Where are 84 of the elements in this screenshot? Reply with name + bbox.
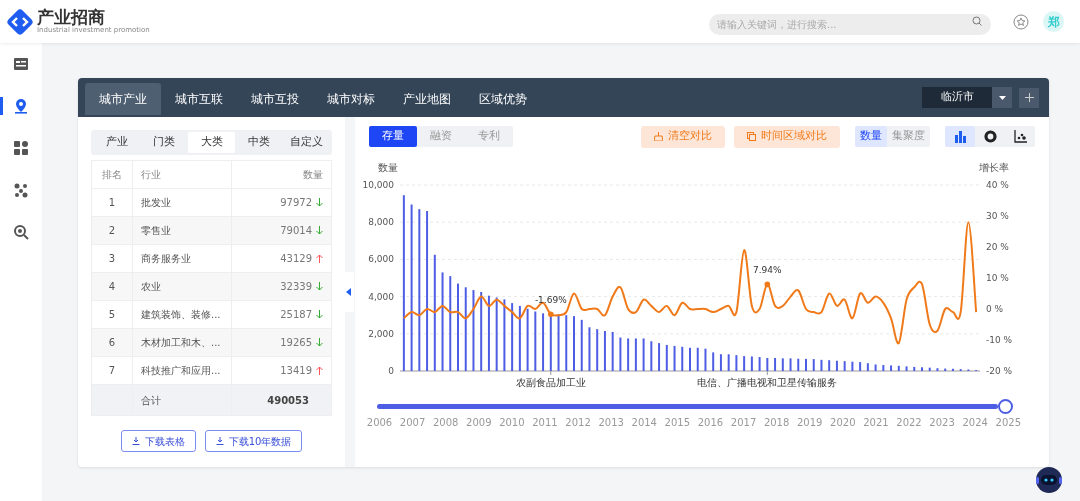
nav-tab[interactable]: 产业地图 [389, 83, 465, 115]
category-tab[interactable]: 产业 [93, 132, 141, 153]
year-label: 2007 [398, 416, 427, 430]
industry-cell: 建筑装饰、装修... [133, 301, 232, 328]
year-label: 2020 [829, 416, 857, 430]
category-tab[interactable]: 中类 [235, 132, 283, 153]
rank-cell: 2 [92, 217, 133, 244]
nav-tab[interactable]: 城市互投 [237, 83, 313, 115]
industry-cell: 科技推广和应用... [133, 357, 232, 384]
column-header: 行业 [133, 161, 232, 188]
year-label: 2014 [630, 416, 658, 430]
x-tick-label: 电信、广播电视和卫星传输服务 [697, 377, 838, 388]
y-tick-label: -10 % [986, 335, 1013, 345]
y-tick-label: 2,000 [368, 328, 394, 339]
y-tick-label: 40 % [986, 180, 1009, 190]
x-tick-label: 农副食品加工业 [515, 377, 586, 388]
year-label: 2016 [696, 416, 725, 430]
y-tick-label: -20 % [986, 366, 1013, 376]
total-label: 合计 [133, 385, 232, 415]
y-tick-label: 0 % [986, 304, 1004, 314]
count-cell-text: 97972 [280, 196, 312, 210]
year-label: 2023 [928, 416, 956, 430]
year-label: 2021 [862, 416, 890, 430]
metric-tab[interactable]: 存量 [369, 126, 417, 147]
year-label: 2022 [895, 416, 923, 430]
download-button[interactable]: 下载10年数据 [204, 430, 303, 452]
y-tick-label: 4,000 [368, 291, 394, 302]
industry-cell: 商务服务业 [133, 245, 232, 272]
y-axis-title: 增长率 [979, 162, 1009, 173]
nav-tab[interactable]: 城市产业 [85, 83, 161, 115]
y-axis-title: 数量 [378, 162, 398, 173]
city-value: 临沂市 [939, 89, 975, 106]
nav-tab[interactable]: 城市互联 [161, 83, 237, 115]
city-select[interactable]: 临沂市 [922, 87, 1012, 108]
rank-cell: 1 [92, 189, 133, 216]
count-cell-text: 79014 [280, 224, 312, 238]
year-label: 2011 [531, 416, 559, 430]
y-tick-label: 10,000 [362, 180, 394, 190]
logo-title: 产业招商 [37, 9, 105, 26]
year-label: 2010 [498, 416, 526, 430]
column-header: 数量 [302, 168, 324, 182]
category-tab[interactable]: 大类 [187, 132, 236, 153]
download-button[interactable]: 下载表格 [120, 430, 196, 452]
year-label: 2017 [729, 416, 758, 430]
year-label: 2006 [365, 416, 394, 430]
category-tab[interactable]: 自定义 [282, 132, 331, 153]
search-field[interactable]: 请输入关键词，进行搜索... [709, 14, 991, 35]
y-tick-label: 10 % [986, 273, 1009, 283]
mode-tab[interactable]: 数量 [855, 126, 887, 147]
year-label: 2008 [431, 416, 460, 430]
column-header: 排名 [92, 161, 133, 188]
industry-cell: 农业 [133, 273, 232, 300]
nav-tab[interactable]: 城市对标 [313, 83, 389, 115]
y-tick-label: 0 [388, 366, 394, 376]
total-value: 490053 [266, 393, 310, 408]
data-label: -1.69% [534, 295, 567, 306]
y-tick-label: 8,000 [368, 217, 394, 228]
data-label: 7.94% [753, 265, 782, 276]
count-cell-text: 25187 [280, 308, 312, 322]
year-label: 2012 [564, 416, 592, 430]
rank-cell: 6 [92, 329, 133, 356]
year-label: 2009 [465, 416, 493, 430]
year-label: 2024 [961, 416, 989, 430]
rank-cell: 5 [92, 301, 133, 328]
year-label: 2013 [597, 416, 625, 430]
year-label: 2025 [994, 416, 1022, 430]
category-tab[interactable]: 门类 [140, 132, 188, 153]
year-label: 2018 [762, 416, 791, 430]
count-cell-text: 13419 [280, 364, 312, 378]
y-tick-label: 30 % [986, 211, 1009, 221]
count-cell-text: 19265 [280, 336, 312, 350]
industry-cell: 零售业 [133, 217, 232, 244]
count-cell-text: 43129 [280, 252, 312, 266]
industry-cell: 批发业 [133, 189, 232, 216]
year-label: 2015 [663, 416, 692, 430]
rank-cell: 7 [92, 357, 133, 384]
rank-cell: 4 [92, 273, 133, 300]
year-label: 2019 [796, 416, 824, 430]
y-tick-label: 6,000 [368, 254, 394, 265]
industry-cell: 木材加工和木、... [133, 329, 232, 356]
rank-cell: 3 [92, 245, 133, 272]
y-tick-label: 20 % [986, 242, 1009, 252]
nav-tab[interactable]: 区域优势 [465, 83, 541, 115]
count-cell-text: 32339 [280, 280, 312, 294]
